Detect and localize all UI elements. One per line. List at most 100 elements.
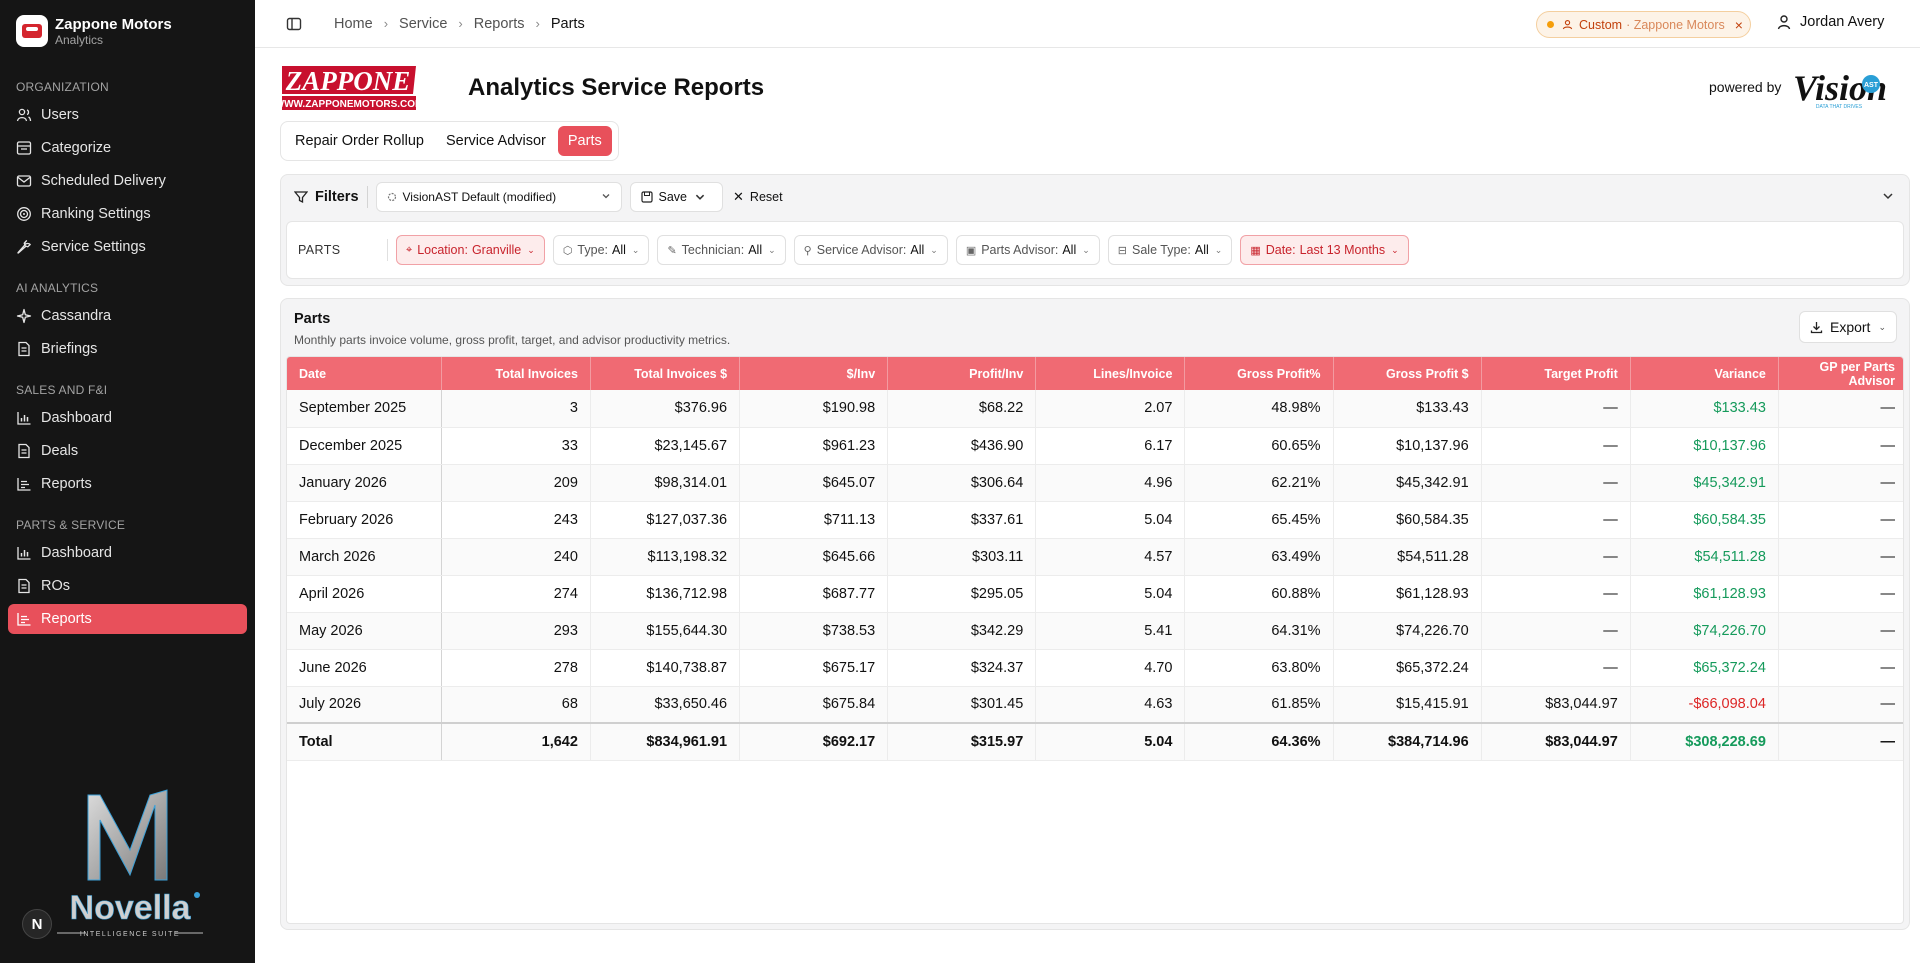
column-header[interactable]: $/Inv [739, 357, 889, 390]
filter-chip-date[interactable]: ▦ Date: Last 13 Months ⌄ [1240, 235, 1409, 265]
table-cell: $342.29 [887, 612, 1037, 650]
calendar-icon: ▦ [1250, 244, 1261, 257]
user-icon [1562, 20, 1573, 30]
brand[interactable]: Zappone Motors Analytics [0, 0, 255, 62]
novella-badge[interactable]: N [22, 909, 52, 939]
tab-service-advisor[interactable]: Service Advisor [436, 126, 556, 156]
table-cell: $133.43 [1333, 390, 1482, 428]
tab-parts[interactable]: Parts [557, 126, 612, 156]
wrench-icon [17, 240, 31, 254]
sidebar-item-reports[interactable]: Reports [8, 604, 247, 634]
breadcrumb-item[interactable]: Service [399, 16, 447, 32]
table-row: December 2025 33 $23,145.67 $961.23 $436.90 6… [287, 427, 1903, 465]
filter-chip-key: Type: [577, 243, 608, 257]
table-cell: — [1481, 612, 1631, 650]
table-cell: $324.37 [887, 649, 1037, 687]
filter-chip-key: Date: [1265, 243, 1296, 257]
chevron-down-icon: ⌄ [631, 244, 640, 255]
sidebar-item-briefings[interactable]: Briefings [8, 334, 247, 364]
save-filters-button[interactable]: Save [629, 182, 724, 212]
table-cell: — [1481, 538, 1631, 576]
table-cell: -$66,098.04 [1630, 686, 1779, 724]
filter-chip-location[interactable]: ⌖ Location: Granville ⌄ [396, 235, 545, 265]
sidebar-section-title: AI ANALYTICS [16, 281, 99, 295]
filter-chip-value: All [612, 243, 626, 257]
chevron-down-icon[interactable] [1881, 189, 1895, 203]
column-header[interactable]: Gross Profit% [1184, 357, 1334, 390]
export-button[interactable]: Export ⌄ [1798, 311, 1897, 343]
sidebar-item-categorize[interactable]: Categorize [8, 133, 247, 163]
chart-icon [17, 547, 31, 560]
filter-chip-value: All [748, 243, 763, 257]
table-cell: $140,738.87 [590, 649, 741, 687]
chevron-right-icon: › [458, 16, 463, 31]
breadcrumb-item[interactable]: Home [334, 16, 373, 32]
sidebar-item-service-settings[interactable]: Service Settings [8, 232, 247, 262]
sidebar-item-deals[interactable]: Deals [8, 436, 247, 466]
filter-chip-sale-type[interactable]: ⊟ Sale Type: All ⌄ [1107, 235, 1233, 265]
table-cell: 33 [441, 427, 591, 465]
sidebar-item-users[interactable]: Users [8, 100, 247, 130]
sidebar-item-dashboard[interactable]: Dashboard [8, 403, 247, 433]
filters-toggle[interactable]: Filters [294, 189, 359, 205]
column-header[interactable]: Gross Profit $ [1333, 357, 1482, 390]
column-header[interactable]: GP per Parts Advisor [1778, 357, 1903, 390]
breadcrumb: Home › Service › Reports › Parts [334, 16, 585, 32]
table-cell: $60,584.35 [1630, 501, 1779, 539]
filter-chip-value: All [1194, 243, 1209, 257]
filter-chip-type[interactable]: ⬡ Type: All ⌄ [552, 235, 650, 265]
filter-chip-parts-advisor[interactable]: ▣ Parts Advisor: All ⌄ [955, 235, 1100, 265]
table-cell: 62.21% [1184, 464, 1334, 502]
column-header[interactable]: Lines/Invoice [1035, 357, 1186, 390]
table-cell: 274 [441, 575, 591, 613]
sidebar-toggle-icon[interactable] [286, 16, 302, 32]
table-cell: $83,044.97 [1481, 686, 1631, 724]
table-cell: 278 [441, 649, 591, 687]
close-icon[interactable]: × [1735, 17, 1743, 33]
sidebar-item-ranking-settings[interactable]: Ranking Settings [8, 199, 247, 229]
table-cell: $155,644.30 [590, 612, 741, 650]
table-cell: $45,342.91 [1333, 464, 1482, 502]
breadcrumb-item[interactable]: Reports [474, 16, 525, 32]
column-header[interactable]: Variance [1630, 357, 1779, 390]
filter-chip-service-advisor[interactable]: ⚲ Service Advisor: All ⌄ [793, 235, 948, 265]
filter-preset-select[interactable]: VisionAST Default (modified) [375, 182, 622, 212]
custom-scope-pill[interactable]: Custom · Zappone Motors × [1536, 11, 1751, 38]
table-cell: 4.63 [1035, 686, 1186, 724]
sidebar-item-cassandra[interactable]: Cassandra [8, 301, 247, 331]
column-header[interactable]: Total Invoices [441, 357, 591, 390]
mail-icon [16, 175, 32, 187]
sidebar-item-reports[interactable]: Reports [8, 469, 247, 499]
filter-chip-technician[interactable]: ✎ Technician: All ⌄ [657, 235, 786, 265]
table-cell: $23,145.67 [590, 427, 741, 465]
table-cell: $54,511.28 [1630, 538, 1779, 576]
divider [366, 186, 368, 208]
users-icon [16, 108, 32, 122]
column-header[interactable]: Target Profit [1481, 357, 1631, 390]
table-cell: 4.96 [1035, 464, 1186, 502]
table-cell: 6.17 [1035, 427, 1186, 465]
column-header[interactable]: Date [287, 357, 442, 390]
target-icon [17, 207, 31, 221]
table-cell: $190.98 [739, 390, 889, 428]
table-cell: — [1481, 464, 1631, 502]
user-icon: ⚲ [803, 244, 812, 257]
table-cell: $711.13 [739, 501, 889, 539]
box-icon: ▣ [965, 244, 977, 257]
report-icon [17, 478, 31, 491]
chevron-down-icon: ⌄ [1878, 321, 1886, 332]
sidebar-item-ros[interactable]: ROs [8, 571, 247, 601]
custom-pill-label: Custom [1579, 17, 1623, 32]
tab-repair-order-rollup[interactable]: Repair Order Rollup [285, 126, 434, 156]
column-header[interactable]: Profit/Inv [887, 357, 1037, 390]
save-label: Save [658, 190, 688, 204]
reset-filters-button[interactable]: ✕ Reset [733, 189, 783, 205]
table-cell: $687.77 [739, 575, 889, 613]
sidebar-item-dashboard[interactable]: Dashboard [8, 538, 247, 568]
column-header[interactable]: Total Invoices $ [590, 357, 741, 390]
sidebar-item-scheduled-delivery[interactable]: Scheduled Delivery [8, 166, 247, 196]
table-row: January 2026 209 $98,314.01 $645.07 $306.64 4… [287, 464, 1903, 502]
novella-logo: Novella INTELLIGENCE SUITE [57, 789, 203, 938]
vision-logo: Vision AST DATA THAT DRIVES [1793, 68, 1887, 110]
user-menu[interactable]: Jordan Avery [1776, 14, 1884, 30]
